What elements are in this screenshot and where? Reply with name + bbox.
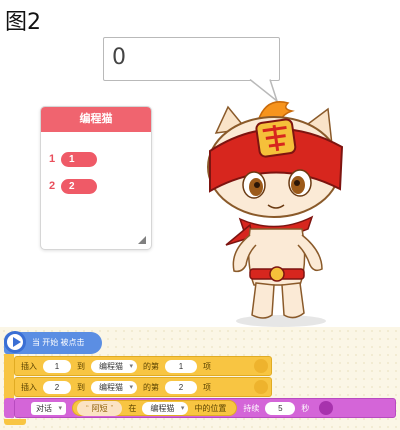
block-end-cap <box>254 380 268 394</box>
position-input[interactable]: 2 <box>165 380 197 394</box>
block-text: 项 <box>203 382 211 392</box>
list-item: 2 2 <box>49 178 97 194</box>
speech-bubble-text: 0 <box>112 45 126 70</box>
block-text: 在 <box>128 403 137 413</box>
block-text: 插入 <box>21 382 37 392</box>
hat-block-label: 当 开始 被点击 <box>32 338 85 347</box>
list-dropdown[interactable]: 编程猫 <box>142 401 189 415</box>
value-input[interactable]: 1 <box>43 359 71 373</box>
list-item-value[interactable]: 2 <box>61 178 97 194</box>
seconds-input[interactable]: 5 <box>265 401 296 415</box>
block-text: 的第 <box>143 361 159 371</box>
block-text: 到 <box>77 382 85 392</box>
block-text: 中的位置 <box>194 403 227 413</box>
figure-label: 图2 <box>5 10 41 35</box>
list-dropdown[interactable]: 编程猫 <box>91 359 137 373</box>
list-index-of-block[interactable]: “阿短” 在 编程猫 中的位置 <box>72 400 238 416</box>
block-text: 的第 <box>143 382 159 392</box>
insert-list-block[interactable]: 插入 1 到 编程猫 的第 1 项 <box>14 356 272 376</box>
resize-handle-icon[interactable] <box>138 236 146 244</box>
say-block[interactable]: 对话 “阿短” 在 编程猫 中的位置 持续 5 秒 <box>14 398 396 418</box>
speech-bubble: 0 <box>103 37 280 81</box>
block-text: 到 <box>77 361 85 371</box>
list-item-index: 1 <box>49 153 56 165</box>
play-icon <box>4 331 26 353</box>
block-stack-spine <box>4 398 14 418</box>
list-item-index: 2 <box>49 180 56 192</box>
block-text: 秒 <box>301 403 310 413</box>
cat-sprite-icon[interactable] <box>196 95 356 330</box>
list-monitor[interactable]: 编程猫 1 1 2 2 <box>40 106 152 250</box>
block-text: 持续 <box>243 403 260 413</box>
block-text: 项 <box>203 361 211 371</box>
value-input[interactable]: 2 <box>43 380 71 394</box>
block-end-cap <box>254 359 268 373</box>
block-stack-foot <box>4 419 26 425</box>
text-input[interactable]: “阿短” <box>77 400 123 416</box>
list-item: 1 1 <box>49 151 97 167</box>
insert-list-block[interactable]: 插入 2 到 编程猫 的第 2 项 <box>14 377 272 397</box>
action-dropdown[interactable]: 对话 <box>31 401 66 415</box>
position-input[interactable]: 1 <box>165 359 197 373</box>
say-text: 阿短 <box>91 403 108 413</box>
list-item-value[interactable]: 1 <box>61 151 97 167</box>
block-end-cap <box>319 401 334 415</box>
block-text: 插入 <box>21 361 37 371</box>
list-dropdown[interactable]: 编程猫 <box>91 380 137 394</box>
list-monitor-title: 编程猫 <box>41 107 151 132</box>
